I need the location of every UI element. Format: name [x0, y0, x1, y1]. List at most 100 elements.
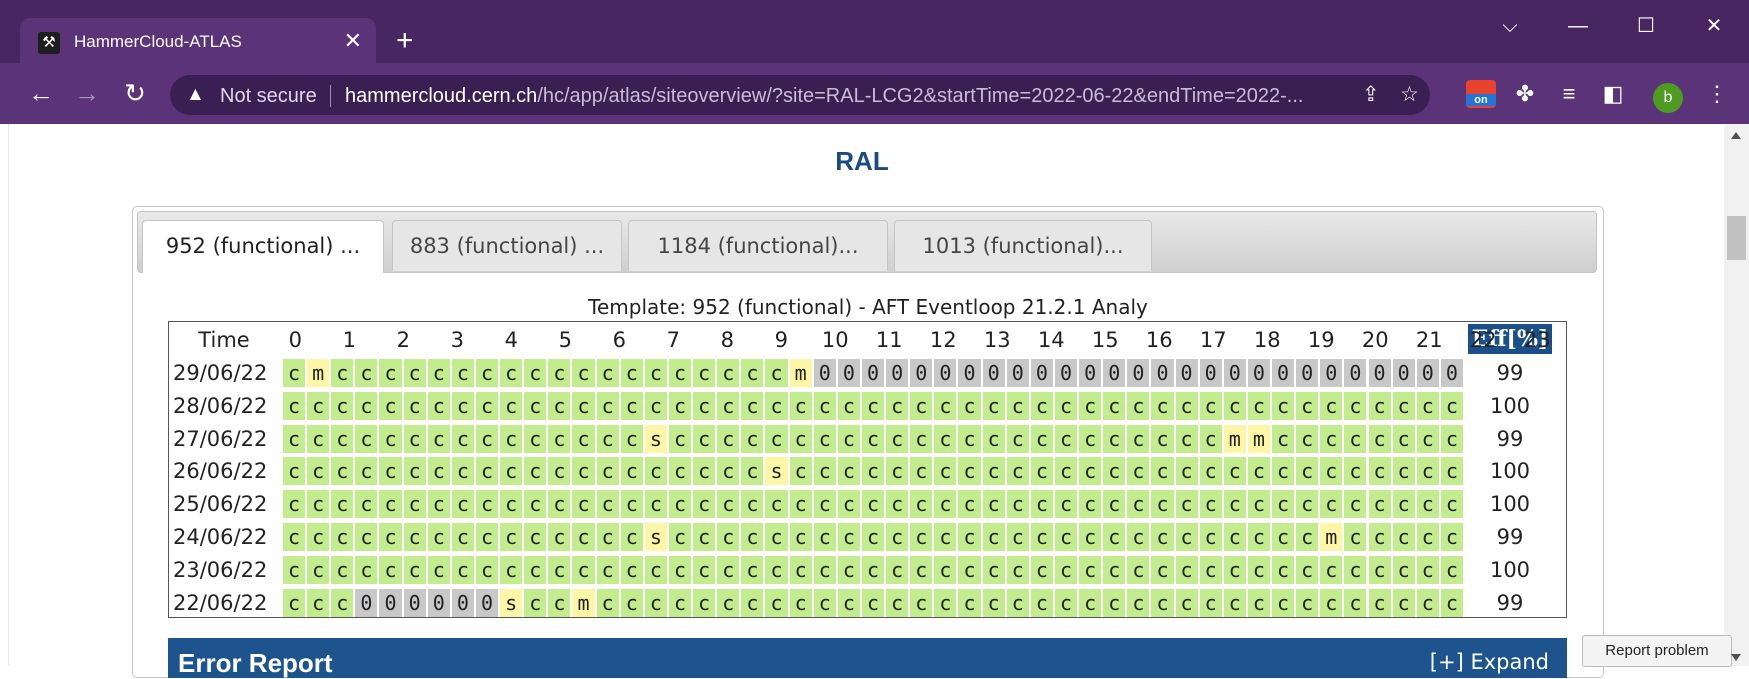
- status-cell[interactable]: c: [1103, 391, 1126, 420]
- status-cell[interactable]: c: [572, 424, 595, 453]
- status-cell[interactable]: c: [958, 391, 981, 420]
- status-cell[interactable]: c: [693, 490, 716, 519]
- status-cell[interactable]: c: [1368, 555, 1391, 584]
- status-cell[interactable]: c: [789, 555, 812, 584]
- status-cell[interactable]: c: [1030, 391, 1053, 420]
- status-cell[interactable]: c: [813, 555, 836, 584]
- status-cell[interactable]: c: [644, 555, 667, 584]
- status-cell[interactable]: c: [524, 424, 547, 453]
- status-cell[interactable]: c: [886, 523, 909, 551]
- maximize-icon[interactable]: ☐: [1626, 14, 1666, 38]
- status-cell[interactable]: c: [934, 424, 957, 453]
- status-cell[interactable]: c: [1006, 490, 1029, 519]
- status-cell[interactable]: c: [1175, 391, 1198, 420]
- status-cell[interactable]: 0: [1440, 359, 1463, 387]
- status-cell[interactable]: c: [1079, 588, 1102, 617]
- status-cell[interactable]: c: [693, 555, 716, 584]
- status-cell[interactable]: c: [524, 490, 547, 519]
- status-cell[interactable]: c: [958, 490, 981, 519]
- status-cell[interactable]: c: [403, 457, 426, 486]
- status-cell[interactable]: c: [1127, 424, 1150, 453]
- status-cell[interactable]: c: [1368, 490, 1391, 519]
- status-cell[interactable]: c: [1416, 424, 1439, 453]
- status-cell[interactable]: c: [1296, 588, 1319, 617]
- status-cell[interactable]: c: [283, 588, 306, 617]
- status-cell[interactable]: c: [644, 359, 667, 387]
- status-cell[interactable]: c: [934, 555, 957, 584]
- error-report-bar[interactable]: Error Report [+] Expand: [168, 638, 1567, 678]
- status-cell[interactable]: c: [1440, 424, 1463, 453]
- status-cell[interactable]: c: [1272, 457, 1295, 486]
- status-cell[interactable]: m: [789, 359, 812, 387]
- status-cell[interactable]: c: [813, 424, 836, 453]
- status-cell[interactable]: c: [958, 523, 981, 551]
- status-cell[interactable]: c: [1223, 555, 1246, 584]
- status-cell[interactable]: c: [1151, 391, 1174, 420]
- status-cell[interactable]: c: [668, 555, 692, 584]
- status-cell[interactable]: c: [620, 490, 643, 519]
- status-cell[interactable]: c: [283, 523, 306, 551]
- status-cell[interactable]: c: [741, 391, 764, 420]
- status-cell[interactable]: c: [765, 391, 788, 420]
- status-cell[interactable]: c: [427, 490, 450, 519]
- status-cell[interactable]: c: [451, 523, 474, 551]
- vertical-scrollbar[interactable]: [1724, 124, 1749, 666]
- status-cell[interactable]: c: [307, 424, 330, 453]
- status-cell[interactable]: c: [982, 490, 1005, 519]
- status-cell[interactable]: c: [789, 523, 812, 551]
- status-cell[interactable]: c: [958, 457, 981, 486]
- status-cell[interactable]: c: [620, 359, 643, 387]
- browser-tab[interactable]: ⚒ HammerCloud-ATLAS ✕: [20, 18, 376, 63]
- status-cell[interactable]: c: [1344, 588, 1367, 617]
- status-cell[interactable]: c: [572, 523, 595, 551]
- status-cell[interactable]: c: [1272, 391, 1295, 420]
- status-cell[interactable]: c: [1175, 555, 1198, 584]
- status-cell[interactable]: c: [765, 424, 788, 453]
- status-cell[interactable]: c: [1199, 490, 1222, 519]
- status-cell[interactable]: c: [620, 523, 643, 551]
- status-cell[interactable]: c: [307, 490, 330, 519]
- status-cell[interactable]: c: [548, 391, 571, 420]
- status-cell[interactable]: c: [1368, 588, 1391, 617]
- status-cell[interactable]: c: [1199, 424, 1222, 453]
- status-cell[interactable]: c: [283, 555, 306, 584]
- status-cell[interactable]: 0: [1320, 359, 1343, 387]
- status-cell[interactable]: c: [813, 391, 836, 420]
- status-cell[interactable]: c: [572, 391, 595, 420]
- status-cell[interactable]: c: [451, 359, 474, 387]
- status-cell[interactable]: c: [982, 523, 1005, 551]
- status-cell[interactable]: c: [813, 523, 836, 551]
- status-cell[interactable]: c: [1151, 523, 1174, 551]
- status-cell[interactable]: c: [1392, 424, 1415, 453]
- status-cell[interactable]: c: [1127, 588, 1150, 617]
- status-cell[interactable]: c: [1199, 523, 1222, 551]
- status-cell[interactable]: 0: [934, 359, 957, 387]
- status-cell[interactable]: s: [644, 424, 667, 453]
- status-cell[interactable]: 0: [355, 588, 378, 617]
- status-cell[interactable]: 0: [475, 588, 499, 617]
- status-cell[interactable]: c: [741, 490, 764, 519]
- status-cell[interactable]: c: [331, 588, 354, 617]
- status-cell[interactable]: c: [1368, 523, 1391, 551]
- scrollbar-thumb[interactable]: [1727, 216, 1746, 260]
- status-cell[interactable]: c: [813, 457, 836, 486]
- status-cell[interactable]: c: [1006, 555, 1029, 584]
- status-cell[interactable]: c: [1296, 523, 1319, 551]
- status-cell[interactable]: c: [620, 424, 643, 453]
- status-cell[interactable]: c: [475, 359, 499, 387]
- status-cell[interactable]: c: [475, 555, 499, 584]
- status-cell[interactable]: c: [1392, 523, 1415, 551]
- status-cell[interactable]: c: [524, 359, 547, 387]
- status-cell[interactable]: c: [693, 391, 716, 420]
- status-cell[interactable]: c: [1416, 555, 1439, 584]
- status-cell[interactable]: c: [451, 457, 474, 486]
- status-cell[interactable]: c: [331, 424, 354, 453]
- status-cell[interactable]: c: [1320, 555, 1343, 584]
- status-cell[interactable]: s: [765, 457, 788, 486]
- status-cell[interactable]: c: [765, 359, 788, 387]
- status-cell[interactable]: m: [1320, 523, 1343, 551]
- status-cell[interactable]: c: [1054, 457, 1078, 486]
- bookmark-star-icon[interactable]: ☆: [1400, 83, 1419, 107]
- status-cell[interactable]: c: [910, 523, 933, 551]
- status-cell[interactable]: c: [668, 391, 692, 420]
